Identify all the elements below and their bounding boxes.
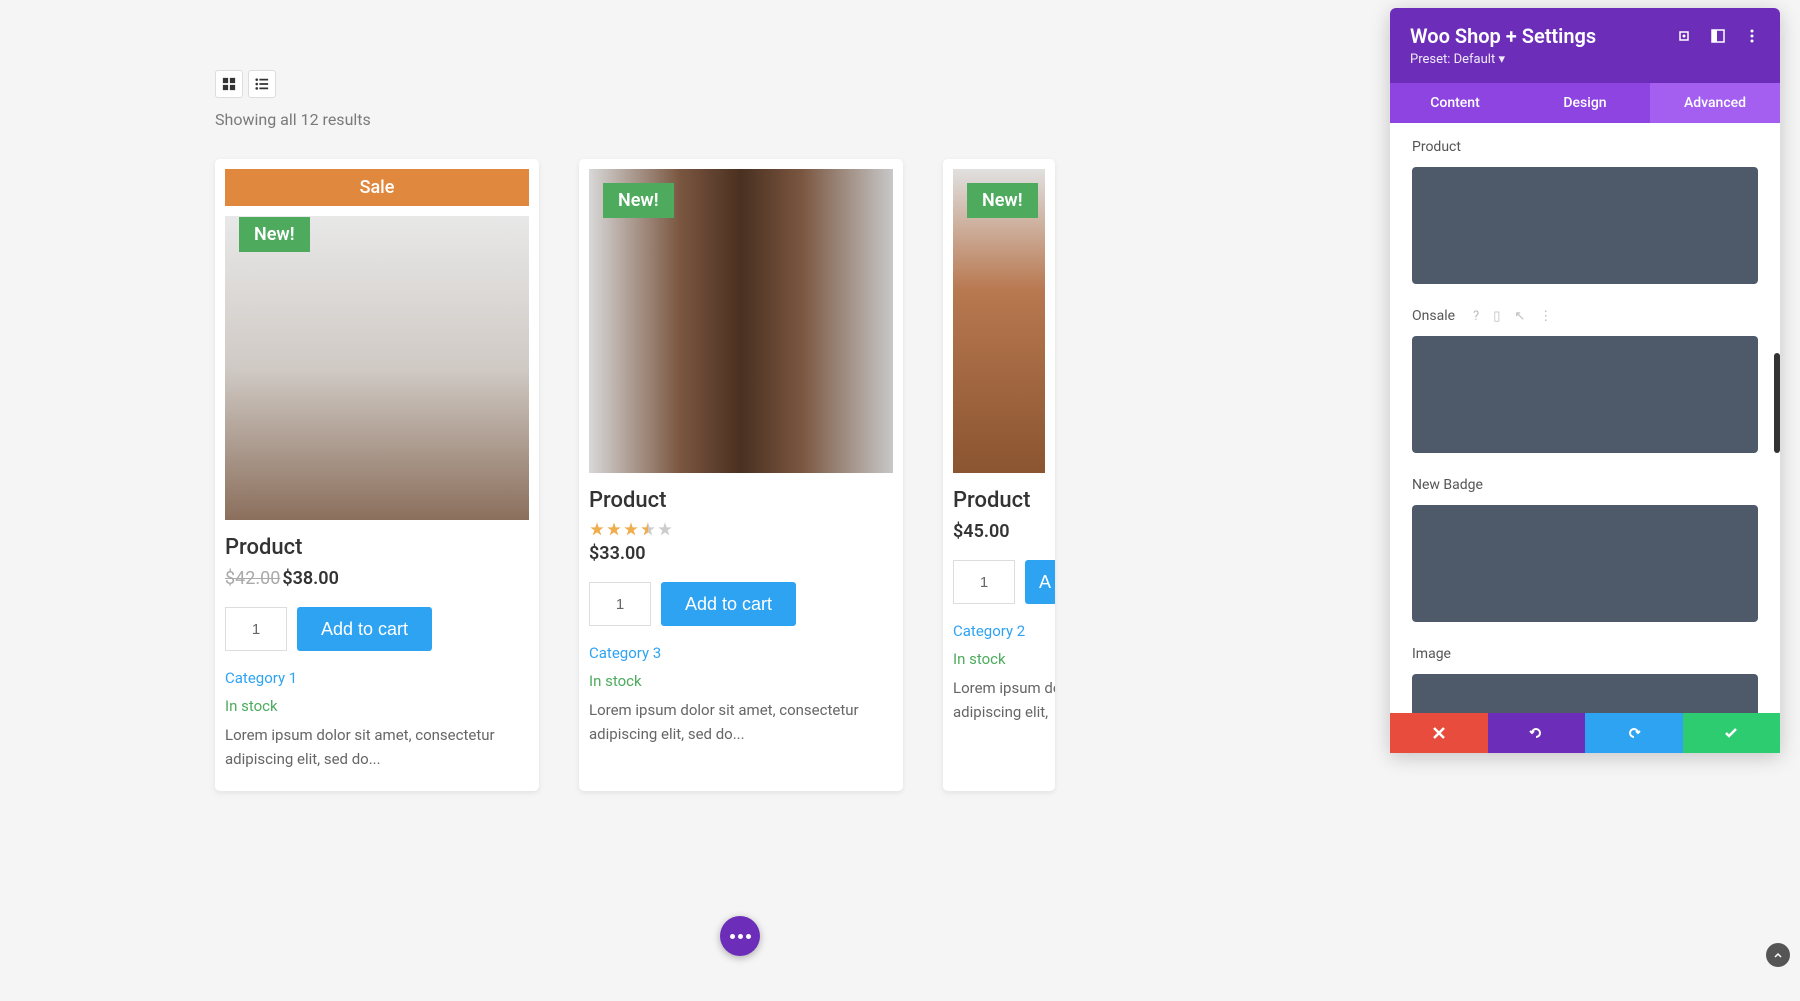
section-label-onsale: Onsale ? ▯ ↖ ⋮ (1412, 308, 1758, 324)
product-description: Lorem ipsum dolor sit amet, consectetur … (953, 676, 1055, 724)
product-price: $45.00 (953, 521, 1055, 542)
check-icon (1723, 725, 1739, 741)
star-empty-icon (657, 521, 673, 537)
undo-button[interactable] (1488, 713, 1586, 753)
more-actions-button[interactable] (720, 916, 760, 956)
products-grid: Sale New! Product $42.00$38.00 Add to ca… (215, 159, 1585, 791)
panel-footer (1390, 713, 1780, 753)
cursor-icon[interactable]: ↖ (1514, 309, 1525, 324)
new-badge: New! (603, 183, 674, 218)
product-category-link[interactable]: Category 1 (225, 669, 529, 687)
css-code-input-onsale[interactable] (1412, 336, 1758, 453)
dots-icon (730, 934, 751, 939)
product-card[interactable]: Sale New! Product $42.00$38.00 Add to ca… (215, 159, 539, 791)
scrollbar-thumb[interactable] (1774, 353, 1780, 453)
cancel-button[interactable] (1390, 713, 1488, 753)
mobile-icon[interactable]: ▯ (1493, 309, 1500, 324)
star-icon (589, 521, 605, 537)
settings-panel: Woo Shop + Settings Preset: Default ▾ Co… (1390, 8, 1780, 753)
undo-icon (1528, 725, 1544, 741)
product-description: Lorem ipsum dolor sit amet, consectetur … (589, 698, 893, 746)
product-card[interactable]: New! Product $45.00 A Category 2 In stoc… (943, 159, 1055, 791)
new-badge: New! (239, 217, 310, 252)
list-icon (255, 77, 269, 91)
product-title[interactable]: Product (953, 488, 1055, 513)
more-icon[interactable] (1744, 28, 1760, 44)
preset-selector[interactable]: Preset: Default ▾ (1410, 52, 1760, 67)
product-card[interactable]: New! Product $33.00 Add to cart Category… (579, 159, 903, 791)
product-description: Lorem ipsum dolor sit amet, consectetur … (225, 723, 529, 771)
product-title[interactable]: Product (225, 535, 529, 560)
add-to-cart-button[interactable]: A (1025, 560, 1055, 604)
section-label-newbadge: New Badge (1412, 477, 1758, 493)
scroll-to-top-button[interactable] (1766, 943, 1790, 967)
stock-status: In stock (225, 697, 529, 715)
old-price: $42.00 (225, 568, 280, 589)
view-toggle-group (215, 70, 1585, 98)
stock-status: In stock (589, 672, 893, 690)
redo-icon (1626, 725, 1642, 741)
star-icon (623, 521, 639, 537)
product-image[interactable] (225, 216, 529, 520)
help-icon[interactable]: ? (1473, 309, 1479, 324)
rating-stars (589, 521, 893, 537)
dock-icon[interactable] (1710, 28, 1726, 44)
product-title[interactable]: Product (589, 488, 893, 513)
tab-content[interactable]: Content (1390, 83, 1520, 123)
save-button[interactable] (1683, 713, 1781, 753)
results-count: Showing all 12 results (215, 110, 1585, 129)
product-price: $33.00 (589, 543, 893, 564)
product-price: $42.00$38.00 (225, 568, 529, 589)
product-category-link[interactable]: Category 3 (589, 644, 893, 662)
sale-badge: Sale (225, 169, 529, 206)
quantity-input[interactable] (953, 560, 1015, 604)
panel-header: Woo Shop + Settings Preset: Default ▾ (1390, 8, 1780, 83)
redo-button[interactable] (1585, 713, 1683, 753)
add-to-cart-button[interactable]: Add to cart (661, 582, 796, 626)
current-price: $38.00 (282, 568, 339, 589)
quantity-input[interactable] (225, 607, 287, 651)
product-category-link[interactable]: Category 2 (953, 622, 1055, 640)
add-to-cart-button[interactable]: Add to cart (297, 607, 432, 651)
expand-icon[interactable] (1676, 28, 1692, 44)
grid-view-button[interactable] (215, 70, 243, 98)
quantity-input[interactable] (589, 582, 651, 626)
panel-content: Product Onsale ? ▯ ↖ ⋮ New Badge Image (1390, 123, 1780, 713)
panel-tabs: Content Design Advanced (1390, 83, 1780, 123)
star-icon (606, 521, 622, 537)
star-half-icon (640, 521, 656, 537)
css-code-input-newbadge[interactable] (1412, 505, 1758, 622)
panel-title: Woo Shop + Settings (1410, 24, 1596, 48)
chevron-up-icon (1773, 950, 1783, 960)
grid-icon (222, 77, 236, 91)
close-icon (1431, 725, 1447, 741)
tab-advanced[interactable]: Advanced (1650, 83, 1780, 123)
section-label-product: Product (1412, 139, 1758, 155)
tab-design[interactable]: Design (1520, 83, 1650, 123)
list-view-button[interactable] (248, 70, 276, 98)
section-label-image: Image (1412, 646, 1758, 662)
stock-status: In stock (953, 650, 1055, 668)
css-code-input-product[interactable] (1412, 167, 1758, 284)
new-badge: New! (967, 183, 1038, 218)
css-code-input-image[interactable] (1412, 674, 1758, 713)
more-options-icon[interactable]: ⋮ (1539, 309, 1552, 324)
